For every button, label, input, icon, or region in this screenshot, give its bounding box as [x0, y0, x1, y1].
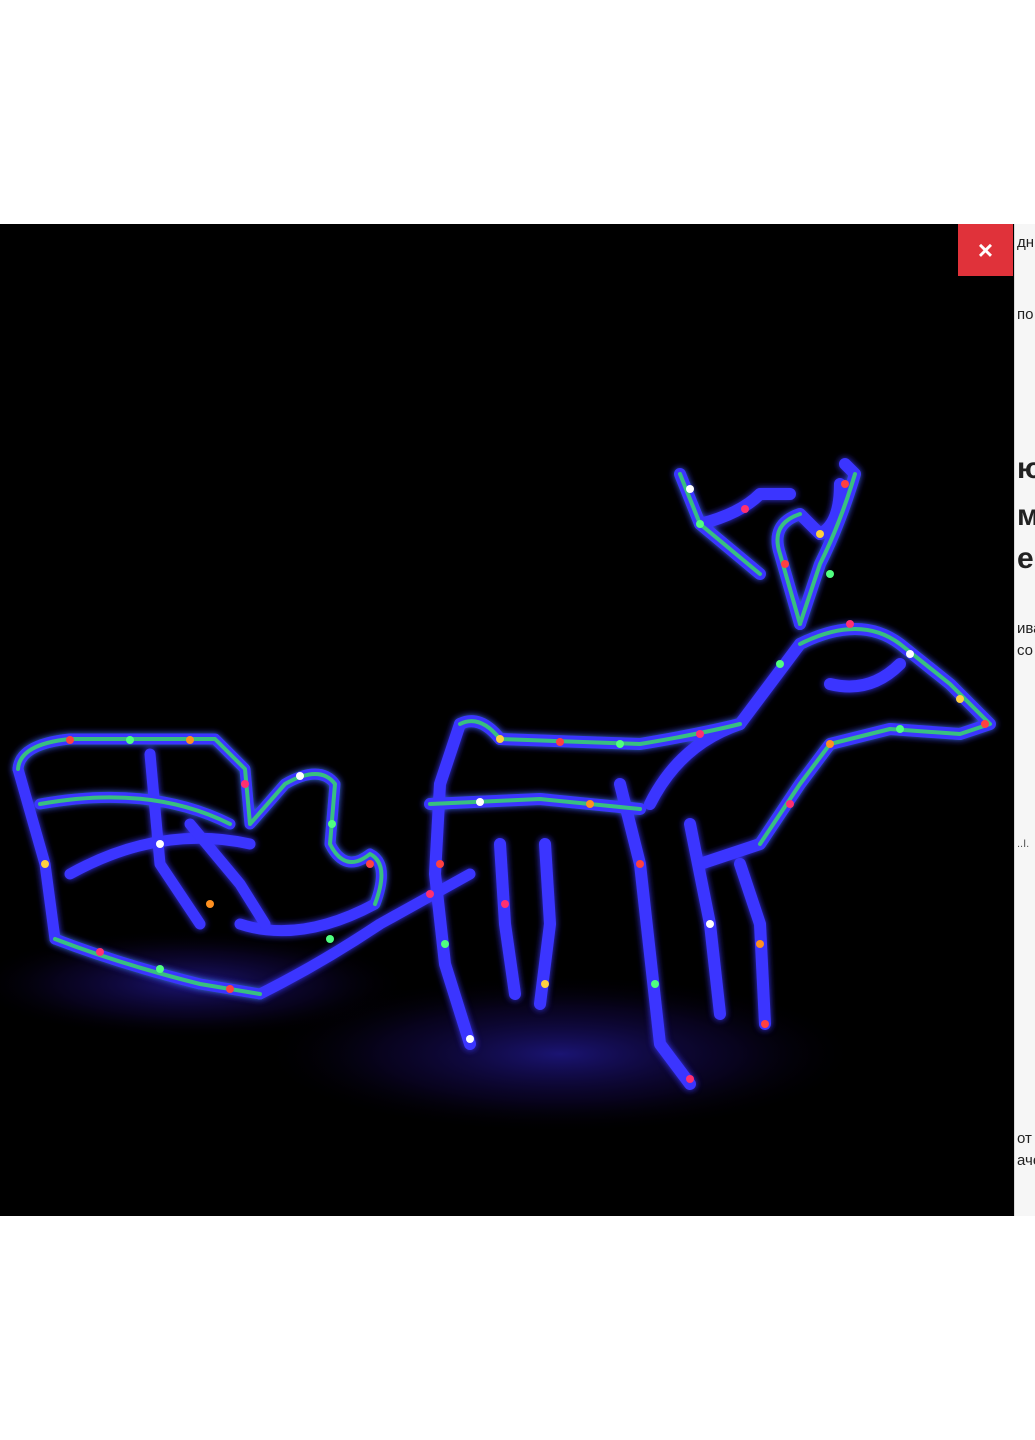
close-button[interactable]: × — [958, 224, 1013, 276]
underlay-heading: ю — [1017, 452, 1035, 486]
page: дн по ю мі ек ива со ..I. от р аче × — [0, 0, 1035, 1440]
close-icon: × — [977, 235, 994, 265]
underlay-text: аче — [1017, 1152, 1035, 1169]
underlay-text: со — [1017, 642, 1034, 659]
underlay-text: от р — [1017, 1130, 1035, 1147]
image-lightbox: дн по ю мі ек ива со ..I. от р аче × — [0, 224, 1035, 1216]
underlay-text: дн — [1017, 234, 1035, 251]
underlay-heading: ек — [1017, 542, 1035, 575]
underlay-text: ..I. — [1017, 838, 1030, 850]
underlay-text: ива — [1017, 620, 1035, 637]
underlay-heading: мі — [1017, 499, 1035, 533]
background-page-strip: дн по ю мі ек ива со ..I. от р аче — [1014, 224, 1035, 1216]
underlay-text: по — [1017, 306, 1034, 323]
product-photo — [0, 224, 1014, 1216]
